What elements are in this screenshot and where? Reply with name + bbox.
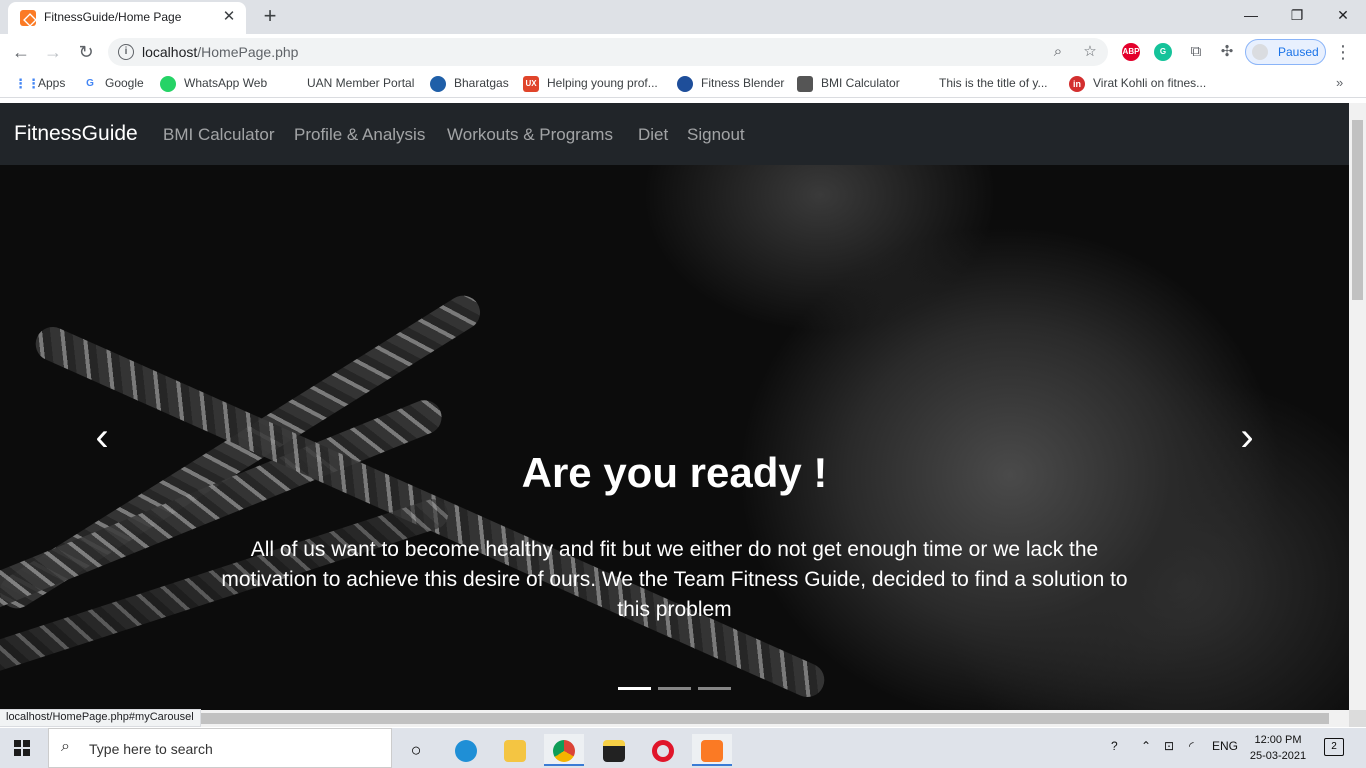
calculator-icon (797, 76, 813, 92)
page-viewport: FitnessGuide BMI Calculator Profile & An… (0, 103, 1349, 710)
nav-workouts-programs[interactable]: Workouts & Programs (447, 125, 613, 145)
minimize-button[interactable]: — (1228, 0, 1274, 30)
forward-icon[interactable]: → (40, 39, 66, 65)
url-host: localhost (142, 44, 198, 60)
browser-tab[interactable]: FitnessGuide/Home Page ✕ (8, 2, 246, 34)
nav-diet[interactable]: Diet (638, 125, 668, 145)
bookmark-helping-young[interactable]: Helping young prof... (547, 76, 658, 92)
sticky-notes-icon[interactable] (594, 734, 634, 766)
clock-time: 12:00 PM (1254, 734, 1302, 746)
bookmark-bharatgas[interactable]: Bharatgas (454, 76, 509, 92)
file-explorer-icon[interactable] (495, 734, 535, 766)
edge-icon[interactable] (446, 734, 486, 766)
adblock-plus-icon[interactable]: ABP (1122, 43, 1140, 61)
browser-toolbar: ← → ↻ i localhost/HomePage.php ⌕ ☆ ABP G… (0, 34, 1366, 70)
carousel-caption: All of us want to become healthy and fit… (221, 538, 1128, 621)
vertical-scrollbar[interactable] (1349, 103, 1366, 710)
chrome-icon[interactable] (544, 734, 584, 766)
pages-extension-icon[interactable]: ⧉ (1186, 42, 1206, 62)
search-placeholder: Type here to search (89, 741, 213, 757)
taskbar-search-box[interactable]: ⌕ Type here to search (48, 728, 392, 768)
fitness-blender-icon (677, 76, 693, 92)
scroll-corner (1349, 710, 1366, 727)
show-hidden-icons-icon[interactable]: ⌃ (1141, 739, 1151, 753)
bookmark-bmi-calculator[interactable]: BMI Calculator (821, 76, 900, 92)
bookmark-google[interactable]: Google (105, 76, 144, 92)
back-icon[interactable]: ← (8, 39, 34, 65)
apps-grid-icon: ⋮⋮ (14, 76, 40, 91)
scroll-thumb[interactable] (17, 713, 1329, 724)
address-bar[interactable]: i localhost/HomePage.php ⌕ ☆ (108, 38, 1108, 66)
maximize-button[interactable]: ❐ (1274, 0, 1320, 30)
xampp-favicon-icon (20, 10, 36, 26)
wifi-icon[interactable]: ◜ (1189, 739, 1194, 753)
nav-signout[interactable]: Signout (687, 125, 745, 145)
tab-strip: FitnessGuide/Home Page ✕ + — ❐ ✕ (0, 0, 1366, 34)
clock-date: 25-03-2021 (1249, 750, 1307, 762)
extensions-puzzle-icon[interactable]: ✣ (1217, 42, 1237, 62)
system-clock[interactable]: 12:00 PM 25-03-2021 (1248, 732, 1308, 764)
close-window-button[interactable]: ✕ (1320, 0, 1366, 30)
bharatgas-icon (430, 76, 446, 92)
meet-now-icon[interactable]: ⊡ (1164, 739, 1174, 753)
bookmark-uan[interactable]: UAN Member Portal (307, 76, 414, 92)
browser-menu-icon[interactable]: ⋮ (1334, 39, 1352, 65)
tab-title: FitnessGuide/Home Page (44, 10, 182, 24)
cortana-icon[interactable]: ○ (396, 734, 436, 766)
carousel-indicator[interactable] (698, 687, 731, 690)
avatar (1252, 44, 1268, 60)
bookmark-whatsapp[interactable]: WhatsApp Web (184, 76, 267, 92)
xampp-icon[interactable] (692, 734, 732, 766)
scroll-thumb[interactable] (1352, 120, 1363, 300)
site-navbar: FitnessGuide BMI Calculator Profile & An… (0, 103, 1349, 165)
bookmark-star-icon[interactable]: ☆ (1080, 42, 1100, 62)
help-icon[interactable]: ? (1111, 739, 1118, 753)
whatsapp-icon (160, 76, 176, 92)
profile-status: Paused (1278, 45, 1319, 59)
grammarly-icon[interactable]: G (1154, 43, 1172, 61)
ux-icon: UX (523, 76, 539, 92)
google-icon: G (86, 78, 94, 89)
bookmark-apps[interactable]: Apps (38, 76, 65, 92)
new-tab-button[interactable]: + (258, 4, 282, 28)
carousel-indicator[interactable] (658, 687, 691, 690)
zoom-icon[interactable]: ⌕ (1048, 42, 1068, 62)
site-brand[interactable]: FitnessGuide (14, 122, 138, 146)
carousel-indicator[interactable] (618, 687, 651, 690)
blank-page-icon (284, 76, 300, 92)
search-icon: ⌕ (61, 738, 70, 755)
profile-button[interactable]: Paused (1245, 39, 1326, 65)
notification-center-icon[interactable]: 2 (1324, 738, 1344, 756)
url-text[interactable]: localhost/HomePage.php (142, 44, 298, 60)
language-indicator[interactable]: ENG (1212, 739, 1238, 753)
windows-start-icon[interactable] (14, 740, 30, 756)
bookmarks-bar: ⋮⋮ Apps G Google WhatsApp Web UAN Member… (0, 70, 1366, 98)
bookmark-title[interactable]: This is the title of y... (939, 76, 1047, 92)
in-icon: in (1069, 76, 1085, 92)
url-path: /HomePage.php (197, 44, 299, 60)
link-status-bar: localhost/HomePage.php#myCarousel (0, 709, 201, 727)
close-tab-icon[interactable]: ✕ (220, 8, 238, 26)
nav-profile-analysis[interactable]: Profile & Analysis (294, 125, 425, 145)
horizontal-scrollbar[interactable] (0, 710, 1349, 727)
bookmark-fitness-blender[interactable]: Fitness Blender (701, 76, 784, 92)
reload-icon[interactable]: ↻ (73, 39, 99, 65)
site-info-icon[interactable]: i (118, 44, 134, 60)
opera-icon[interactable] (643, 734, 683, 766)
carousel-indicators (618, 687, 738, 690)
hero-carousel: ‹ › Are you ready ! All of us want to be… (0, 165, 1349, 710)
blank-page-icon (916, 76, 932, 92)
carousel-title: Are you ready ! (521, 449, 828, 496)
taskbar: ⌕ Type here to search ○ ? ⌃ ⊡ ◜ ENG 12:0… (0, 728, 1366, 768)
more-bookmarks-icon[interactable]: » (1336, 75, 1343, 90)
nav-bmi-calculator[interactable]: BMI Calculator (163, 125, 274, 145)
bookmark-virat-kohli[interactable]: Virat Kohli on fitnes... (1093, 76, 1206, 92)
